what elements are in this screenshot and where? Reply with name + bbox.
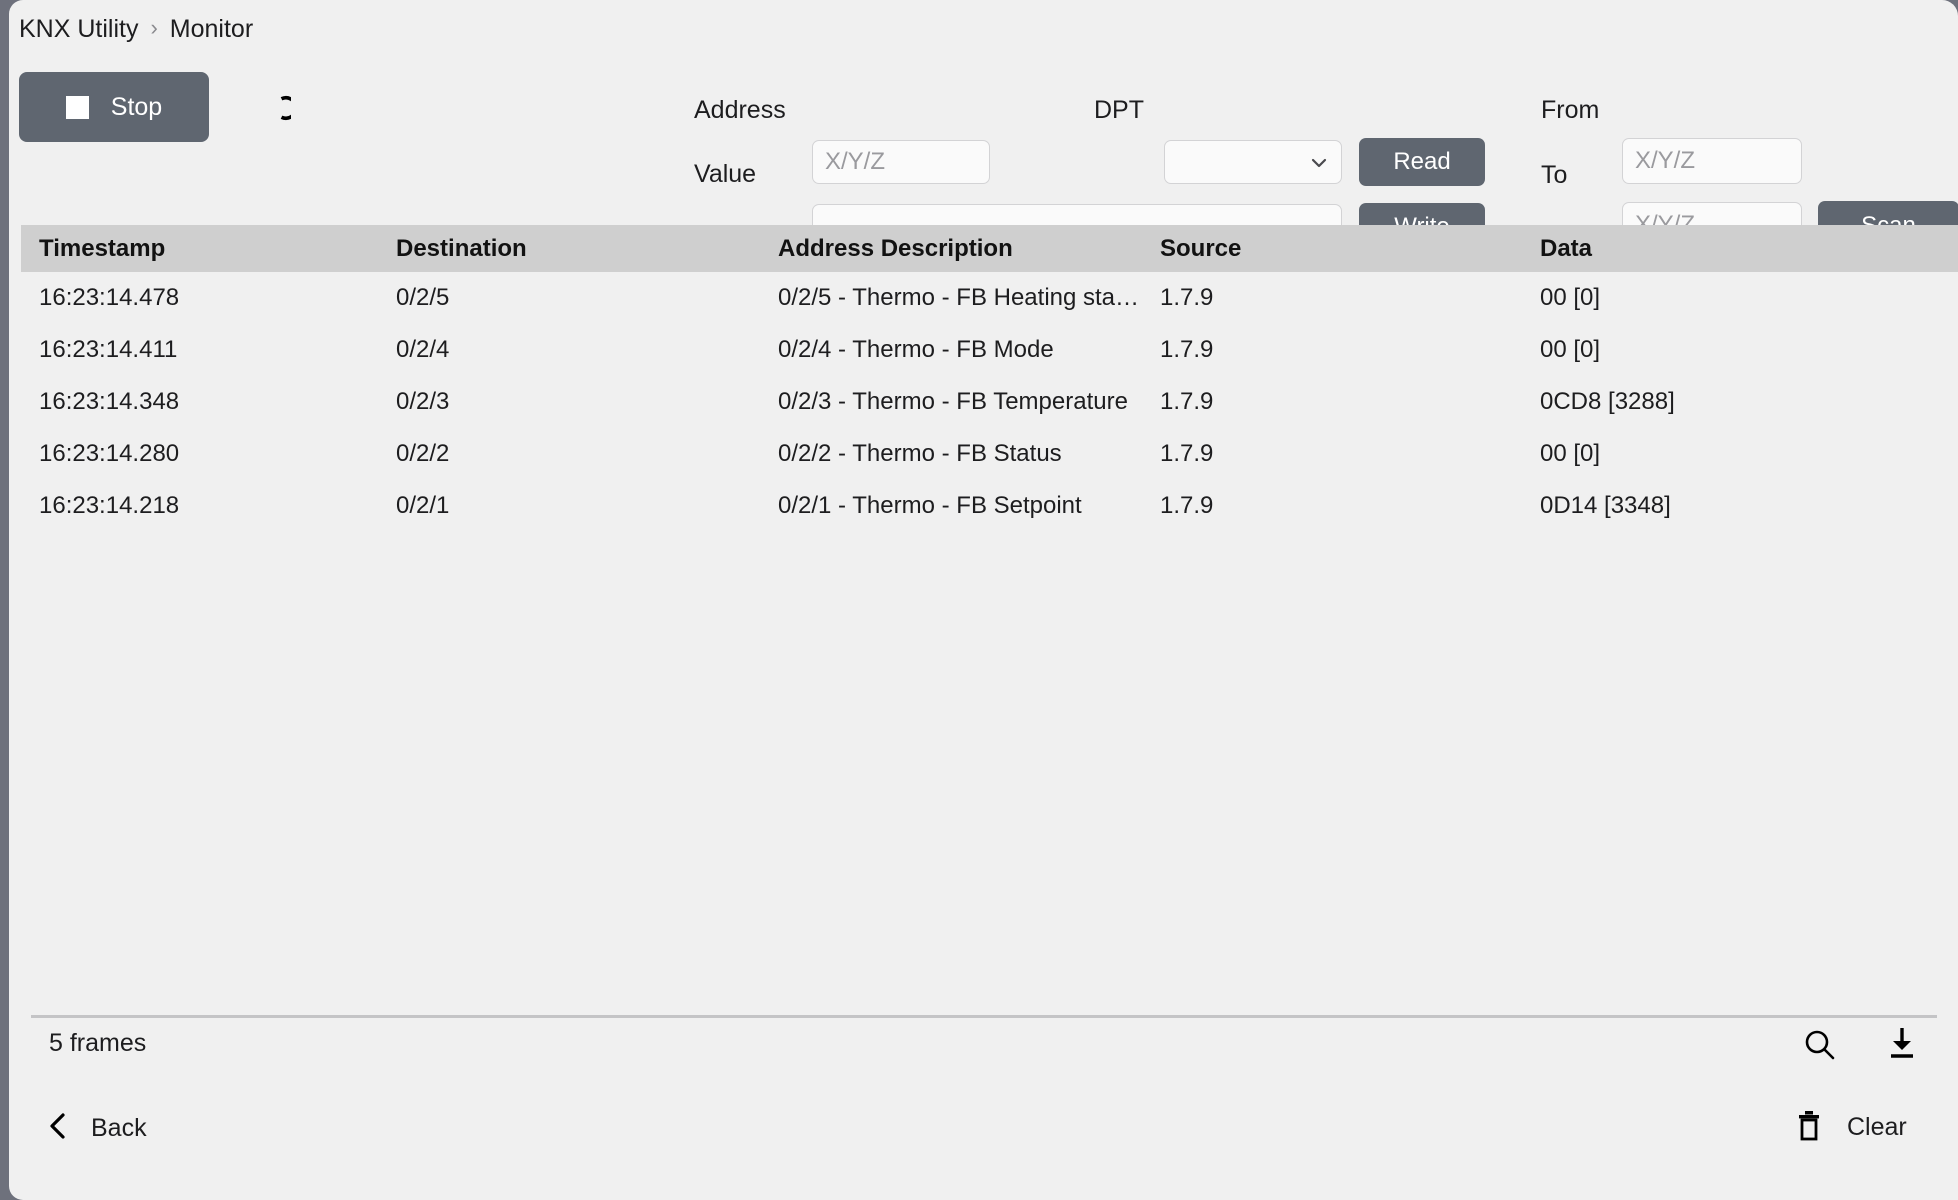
app-surface: KNX Utility › Monitor Stop Address DPT <box>9 0 1958 1200</box>
address-label: Address <box>694 96 786 124</box>
column-header-source[interactable]: Source <box>1160 235 1540 263</box>
cell-data: 00 [0] <box>1540 440 1601 467</box>
read-button[interactable]: Read <box>1359 138 1485 186</box>
cell-timestamp: 16:23:14.411 <box>39 336 178 363</box>
dpt-label: DPT <box>1094 96 1144 124</box>
cell-description: 0/2/3 - Thermo - FB Temperature <box>778 388 1128 415</box>
breadcrumb-separator-icon: › <box>150 15 158 40</box>
table-header-row: Timestamp Destination Address Description S… <box>21 225 1958 272</box>
chevron-down-icon <box>1309 154 1329 177</box>
cell-source: 1.7.9 <box>1160 336 1214 363</box>
value-label: Value <box>694 160 757 188</box>
table-row[interactable]: 16:23:14.280 0/2/2 0/2/2 - Thermo - FB Sta… <box>21 428 1958 480</box>
cell-destination: 0/2/3 <box>396 388 450 415</box>
clear-button[interactable]: Clear <box>1793 1106 1907 1148</box>
column-header-description[interactable]: Address Description <box>778 235 1160 263</box>
cell-timestamp: 16:23:14.478 <box>39 284 180 311</box>
frame-count-label: 5 frames <box>49 1029 147 1057</box>
column-header-timestamp[interactable]: Timestamp <box>21 235 396 263</box>
from-label: From <box>1541 96 1600 124</box>
cell-timestamp: 16:23:14.280 <box>39 440 180 467</box>
back-button[interactable]: Back <box>47 1108 147 1148</box>
cell-data: 00 [0] <box>1540 336 1601 363</box>
cell-source: 1.7.9 <box>1160 388 1214 415</box>
window-frame: KNX Utility › Monitor Stop Address DPT <box>0 0 1958 1200</box>
dpt-select[interactable] <box>1164 140 1342 184</box>
search-icon[interactable] <box>1801 1026 1839 1064</box>
stop-button[interactable]: Stop <box>19 72 209 142</box>
chevron-left-icon <box>47 1111 69 1146</box>
monitor-table: Timestamp Destination Address Description S… <box>21 225 1958 1010</box>
cell-destination: 0/2/5 <box>396 284 450 311</box>
cell-source: 1.7.9 <box>1160 440 1214 467</box>
column-header-data[interactable]: Data <box>1540 235 1940 263</box>
breadcrumb-current: Monitor <box>169 14 254 43</box>
download-icon[interactable] <box>1883 1024 1921 1064</box>
cell-description: 0/2/1 - Thermo - FB Setpoint <box>778 492 1082 519</box>
table-row[interactable]: 16:23:14.411 0/2/4 0/2/4 - Thermo - FB Mod… <box>21 324 1958 376</box>
stop-button-label: Stop <box>110 92 163 121</box>
toolbar: Stop Address DPT Read From <box>9 58 1958 251</box>
loading-spinner-icon <box>263 94 298 122</box>
cell-data: 0CD8 [3288] <box>1540 388 1675 415</box>
table-body: 16:23:14.478 0/2/5 0/2/5 - Thermo - FB Hea… <box>21 272 1958 532</box>
clear-button-label: Clear <box>1847 1112 1907 1141</box>
to-label: To <box>1541 161 1568 189</box>
trash-icon <box>1793 1108 1825 1147</box>
cell-destination: 0/2/2 <box>396 440 450 467</box>
footer-divider <box>31 1015 1937 1018</box>
cell-description: 0/2/5 - Thermo - FB Heating sta… <box>778 284 1140 311</box>
cell-timestamp: 16:23:14.218 <box>39 492 180 519</box>
cell-timestamp: 16:23:14.348 <box>39 388 180 415</box>
from-input[interactable] <box>1622 138 1802 184</box>
cell-description: 0/2/4 - Thermo - FB Mode <box>778 336 1054 363</box>
back-button-label: Back <box>91 1113 147 1142</box>
cell-destination: 0/2/1 <box>396 492 450 519</box>
address-input[interactable] <box>812 140 990 184</box>
table-row[interactable]: 16:23:14.218 0/2/1 0/2/1 - Thermo - FB Set… <box>21 480 1958 532</box>
cell-destination: 0/2/4 <box>396 336 450 363</box>
cell-data: 00 [0] <box>1540 284 1601 311</box>
cell-description: 0/2/2 - Thermo - FB Status <box>778 440 1062 467</box>
table-row[interactable]: 16:23:14.348 0/2/3 0/2/3 - Thermo - FB Tem… <box>21 376 1958 428</box>
table-row[interactable]: 16:23:14.478 0/2/5 0/2/5 - Thermo - FB Hea… <box>21 272 1958 324</box>
stop-square-icon <box>65 95 89 119</box>
breadcrumb-root[interactable]: KNX Utility <box>19 15 138 44</box>
cell-data: 0D14 [3348] <box>1540 492 1671 519</box>
cell-source: 1.7.9 <box>1160 492 1214 519</box>
breadcrumb: KNX Utility › Monitor <box>19 12 253 46</box>
cell-source: 1.7.9 <box>1160 284 1214 311</box>
column-header-destination[interactable]: Destination <box>396 235 778 263</box>
